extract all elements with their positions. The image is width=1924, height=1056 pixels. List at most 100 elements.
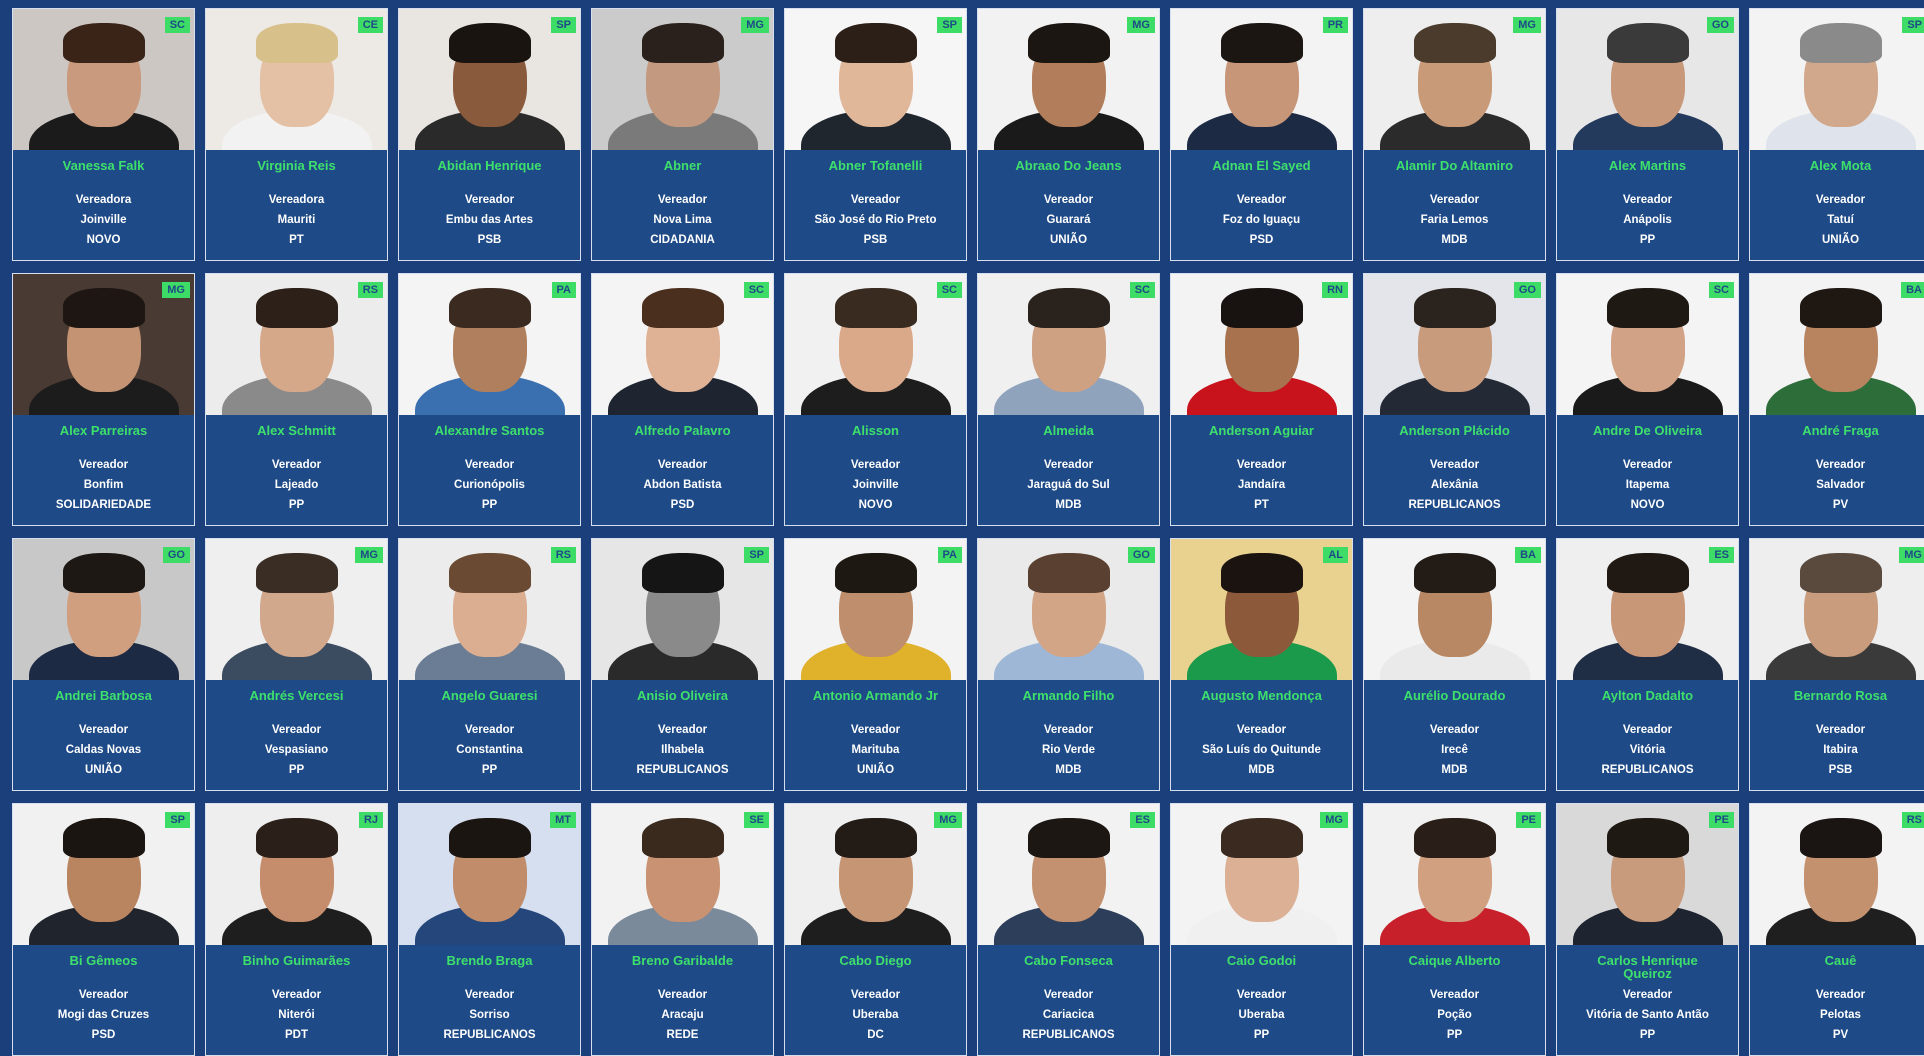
candidate-name: Bernardo Rosa: [1793, 688, 1888, 703]
candidate-card[interactable]: PA Alexandre Santos Vereador Curionópolis PP: [398, 273, 581, 526]
candidate-city: Curionópolis: [454, 479, 525, 491]
candidate-role: Vereador: [1429, 989, 1480, 1001]
candidate-card[interactable]: GO Armando Filho Vereador Rio Verde MDB: [977, 538, 1160, 791]
candidate-party: REDE: [666, 1029, 699, 1041]
candidate-photo: BA: [1750, 274, 1924, 415]
candidate-name: Caique Alberto: [1408, 953, 1501, 968]
candidate-city: Vitória de Santo Antão: [1586, 1009, 1709, 1021]
candidate-name: Abner Tofanelli: [828, 158, 923, 173]
state-badge: SP: [937, 17, 962, 33]
state-badge: RS: [357, 282, 383, 298]
candidate-card[interactable]: BA Aurélio Dourado Vereador Irecê MDB: [1363, 538, 1546, 791]
photo-hair: [448, 818, 531, 858]
candidate-card[interactable]: SP Anisio Oliveira Vereador Ilhabela REPUBLI…: [591, 538, 774, 791]
candidate-card[interactable]: SE Breno Garibalde Vereador Aracaju REDE: [591, 803, 774, 1056]
candidate-card[interactable]: SP Abner Tofanelli Vereador São José do Rio…: [784, 8, 967, 261]
candidate-card[interactable]: MG Abner Vereador Nova Lima CIDADANIA: [591, 8, 774, 261]
candidate-role: Vereador: [1236, 194, 1287, 206]
candidate-card[interactable]: SP Bi Gêmeos Vereador Mogi das Cruzes PSD: [12, 803, 195, 1056]
candidate-card[interactable]: MT Brendo Braga Vereador Sorriso REPUBLICANO…: [398, 803, 581, 1056]
photo-hair: [834, 288, 917, 328]
candidate-photo: MG: [1171, 804, 1352, 945]
candidate-city: Joinville: [80, 214, 127, 226]
candidate-card[interactable]: SC Alfredo Palavro Vereador Abdon Batista PS…: [591, 273, 774, 526]
state-badge: MG: [1127, 17, 1155, 33]
candidate-name: Virginia Reis: [257, 158, 336, 173]
candidate-party: PP: [481, 499, 498, 511]
state-badge: RJ: [358, 812, 383, 828]
candidate-card[interactable]: SC Almeida Vereador Jaraguá do Sul MDB: [977, 273, 1160, 526]
candidate-card[interactable]: RS Alex Schmitt Vereador Lajeado PP: [205, 273, 388, 526]
candidate-card[interactable]: GO Anderson Plácido Vereador Alexânia REPUBL…: [1363, 273, 1546, 526]
candidate-party: MDB: [1248, 764, 1275, 776]
candidate-role: Vereador: [1622, 459, 1673, 471]
candidate-photo: GO: [13, 539, 194, 680]
candidate-role: Vereador: [657, 194, 708, 206]
candidate-city: Lajeado: [274, 479, 319, 491]
candidate-card[interactable]: RS Angelo Guaresi Vereador Constantina PP: [398, 538, 581, 791]
candidate-card[interactable]: MG Alamir Do Altamiro Vereador Faria Lemos M…: [1363, 8, 1546, 261]
state-badge: SC: [936, 282, 962, 298]
candidate-city: Constantina: [456, 744, 523, 756]
candidate-card[interactable]: SC Alisson Vereador Joinville NOVO: [784, 273, 967, 526]
candidate-name: Almeida: [1043, 423, 1094, 438]
candidate-card[interactable]: SC Vanessa Falk Vereadora Joinville NOVO: [12, 8, 195, 261]
candidate-photo: RS: [206, 274, 387, 415]
candidate-card[interactable]: GO Andrei Barbosa Vereador Caldas Novas UNIÃ…: [12, 538, 195, 791]
candidate-photo: GO: [978, 539, 1159, 680]
candidate-name: Bi Gêmeos: [69, 953, 138, 968]
candidate-photo: PA: [785, 539, 966, 680]
candidate-party: PSB: [477, 234, 502, 246]
candidate-card[interactable]: PA Antonio Armando Jr Vereador Marituba UNIÃ…: [784, 538, 967, 791]
candidate-card[interactable]: RJ Binho Guimarães Vereador Niterói PDT: [205, 803, 388, 1056]
candidate-role: Vereador: [464, 989, 515, 1001]
candidate-card[interactable]: BA André Fraga Vereador Salvador PV: [1749, 273, 1924, 526]
candidate-role: Vereador: [1236, 989, 1287, 1001]
candidate-card[interactable]: MG Bernardo Rosa Vereador Itabira PSB: [1749, 538, 1924, 791]
candidate-card[interactable]: SP Abidan Henrique Vereador Embu das Artes P…: [398, 8, 581, 261]
candidate-photo: MG: [1750, 539, 1924, 680]
candidate-photo: MT: [399, 804, 580, 945]
candidate-card[interactable]: ES Cabo Fonseca Vereador Cariacica REPUBLICA…: [977, 803, 1160, 1056]
photo-hair: [1799, 553, 1882, 593]
candidate-card[interactable]: ES Aylton Dadalto Vereador Vitória REPUBLICA…: [1556, 538, 1739, 791]
candidate-name: Armando Filho: [1022, 688, 1115, 703]
candidate-role: Vereador: [657, 724, 708, 736]
candidate-card[interactable]: SC Andre De Oliveira Vereador Itapema NOVO: [1556, 273, 1739, 526]
candidate-role: Vereador: [78, 459, 129, 471]
candidate-name: Vanessa Falk: [62, 158, 145, 173]
candidate-card[interactable]: MG Abraao Do Jeans Vereador Guarará UNIÃO: [977, 8, 1160, 261]
candidate-city: Cariacica: [1042, 1009, 1095, 1021]
candidate-card[interactable]: MG Alex Parreiras Vereador Bonfim SOLIDARIED…: [12, 273, 195, 526]
candidate-name: Alisson: [852, 423, 899, 438]
candidate-city: Vitória: [1629, 744, 1666, 756]
candidate-photo: GO: [1557, 9, 1738, 150]
state-badge: MG: [1899, 547, 1924, 563]
candidate-card[interactable]: AL Augusto Mendonça Vereador São Luís do Qu…: [1170, 538, 1353, 791]
candidate-party: MDB: [1055, 499, 1082, 511]
candidate-city: Mauriti: [277, 214, 316, 226]
candidate-card[interactable]: PR Adnan El Sayed Vereador Foz do Iguaçu PSD: [1170, 8, 1353, 261]
candidate-party: SOLIDARIEDADE: [55, 499, 152, 511]
candidate-city: Jaraguá do Sul: [1027, 479, 1110, 491]
candidate-role: Vereador: [1815, 724, 1866, 736]
candidate-card[interactable]: CE Virginia Reis Vereadora Mauriti PT: [205, 8, 388, 261]
candidate-card[interactable]: RN Anderson Aguiar Vereador Jandaíra PT: [1170, 273, 1353, 526]
candidate-card[interactable]: GO Alex Martins Vereador Anápolis PP: [1556, 8, 1739, 261]
candidate-role: Vereador: [464, 459, 515, 471]
candidate-party: PP: [1253, 1029, 1270, 1041]
candidate-city: São José do Rio Preto: [814, 214, 937, 226]
candidate-party: UNIÃO: [1821, 234, 1860, 246]
photo-hair: [1413, 288, 1496, 328]
candidate-role: Vereador: [850, 989, 901, 1001]
candidate-party: PP: [288, 764, 305, 776]
candidate-card[interactable]: MG Andrés Vercesi Vereador Vespasiano PP: [205, 538, 388, 791]
candidate-card[interactable]: MG Caio Godoi Vereador Uberaba PP: [1170, 803, 1353, 1056]
candidate-card[interactable]: MG Cabo Diego Vereador Uberaba DC: [784, 803, 967, 1056]
candidate-card[interactable]: PE Caique Alberto Vereador Poção PP: [1363, 803, 1546, 1056]
candidate-photo: BA: [1364, 539, 1545, 680]
candidate-card[interactable]: SP Alex Mota Vereador Tatuí UNIÃO: [1749, 8, 1924, 261]
candidate-card[interactable]: RS Cauê Vereador Pelotas PV: [1749, 803, 1924, 1056]
candidate-party: PT: [289, 234, 304, 246]
candidate-card[interactable]: PE Carlos Henrique Queiroz Vereador Vitória…: [1556, 803, 1739, 1056]
